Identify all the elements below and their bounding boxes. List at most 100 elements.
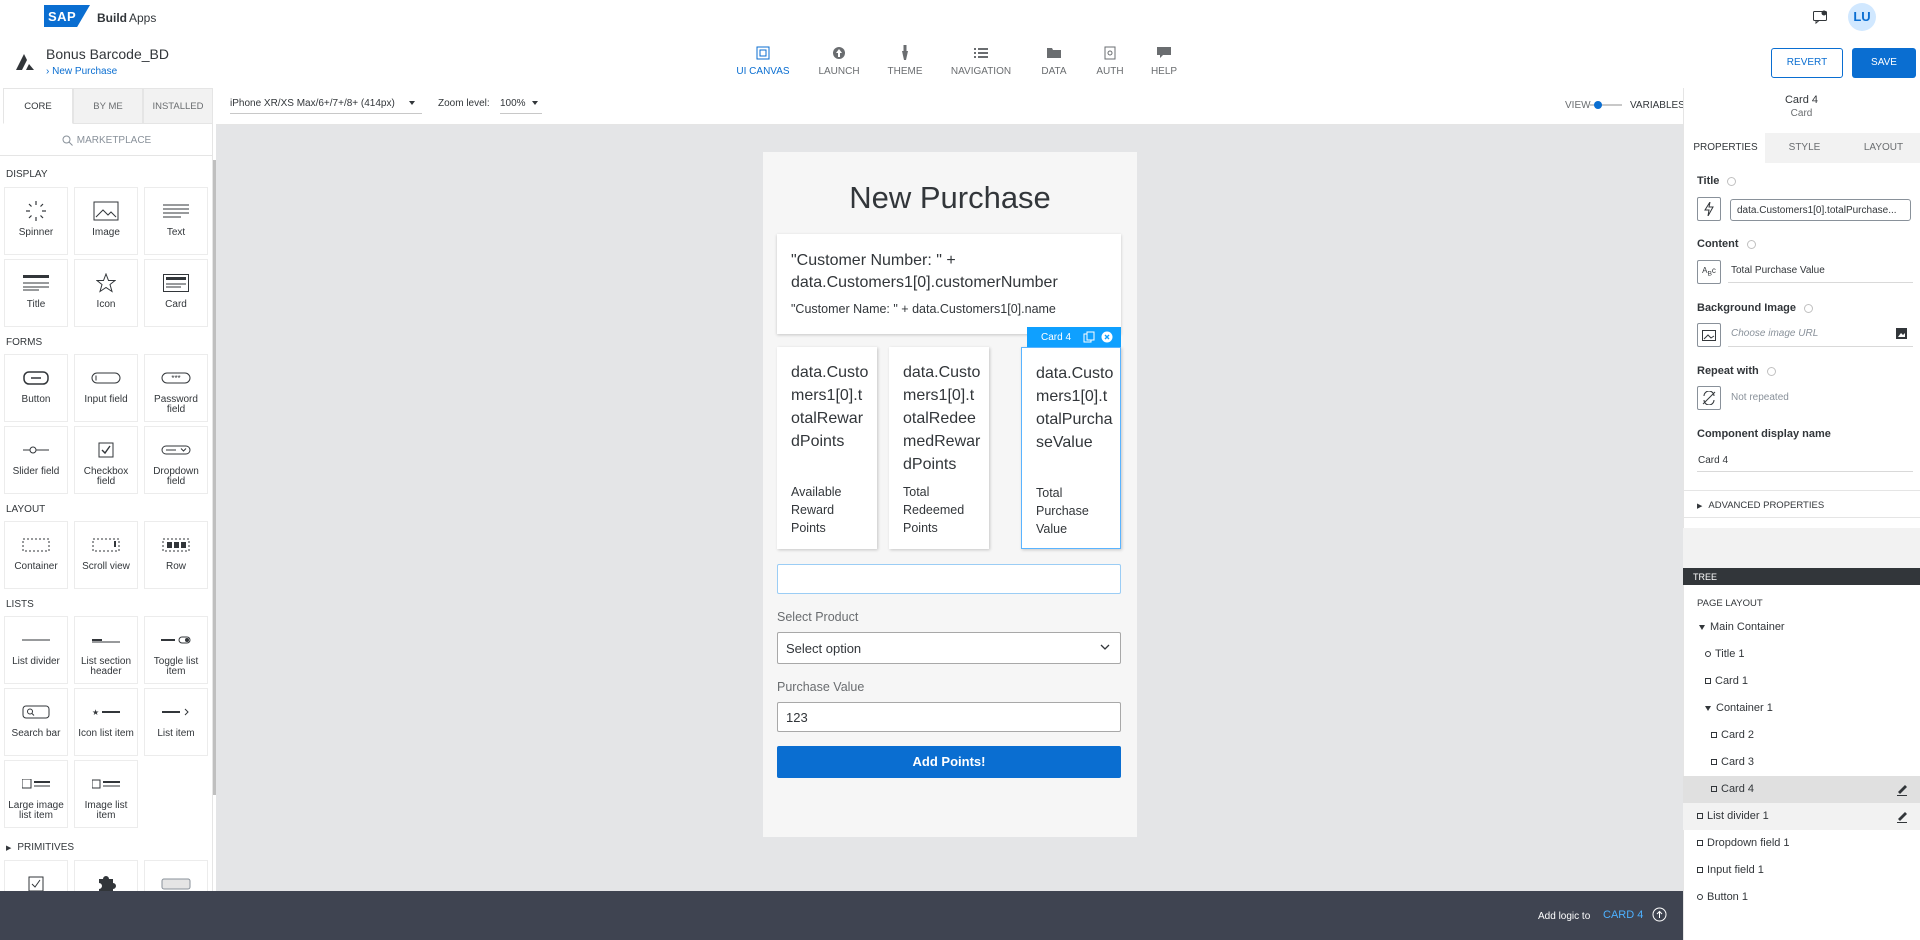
card-node-icon	[1705, 678, 1711, 685]
scroll-view-icon	[75, 522, 137, 562]
display-name-input[interactable]: Card 4	[1698, 455, 1728, 466]
component-primitive-puzzle[interactable]	[74, 860, 138, 891]
delete-icon[interactable]	[1101, 331, 1113, 343]
component-card[interactable]: Card	[144, 259, 208, 327]
component-label: List section header	[80, 656, 132, 677]
tab-style[interactable]: STYLE	[1765, 133, 1844, 163]
component-spinner[interactable]: Spinner	[4, 187, 68, 255]
feedback-icon[interactable]	[1812, 9, 1828, 25]
purchase-value-card[interactable]: data.Customers1[0].totalPurchaseValue To…	[1021, 347, 1121, 549]
save-button[interactable]: SAVE	[1852, 48, 1916, 78]
component-dropdown-field[interactable]: Dropdown field	[144, 426, 208, 494]
tab-layout[interactable]: LAYOUT	[1844, 133, 1920, 163]
component-input-field[interactable]: Input field	[74, 354, 138, 422]
search-icon	[62, 135, 73, 146]
tab-by-me[interactable]: BY ME	[73, 88, 143, 124]
tab-core[interactable]: CORE	[3, 88, 73, 124]
add-points-button[interactable]: Add Points!	[777, 746, 1121, 778]
component-image-list-item[interactable]: Image list item	[74, 760, 138, 828]
tree-item-container-1[interactable]: Container 1	[1683, 695, 1920, 722]
empty-input-field[interactable]	[777, 564, 1121, 594]
tree-item-card-4[interactable]: Card 4	[1683, 776, 1920, 803]
expand-up-icon[interactable]	[1652, 907, 1667, 922]
page-breadcrumb[interactable]: › New Purchase	[46, 66, 117, 77]
tab-navigation[interactable]: NAVIGATION	[949, 44, 1013, 77]
component-primitive-checkbox[interactable]	[4, 860, 68, 891]
rename-pencil-icon[interactable]	[1896, 803, 1908, 830]
tab-installed[interactable]: INSTALLED	[143, 88, 212, 124]
page-title[interactable]: New Purchase	[763, 180, 1137, 216]
info-icon[interactable]	[1804, 303, 1814, 313]
user-avatar[interactable]: LU	[1848, 3, 1876, 31]
component-password-field[interactable]: *** Password field	[144, 354, 208, 422]
card-node-icon	[1711, 759, 1717, 766]
component-large-image-list-item[interactable]: Large image list item	[4, 760, 68, 828]
info-icon[interactable]	[1746, 239, 1756, 249]
tree-item-card-3[interactable]: Card 3	[1683, 749, 1920, 776]
component-icon[interactable]: Icon	[74, 259, 138, 327]
rename-pencil-icon[interactable]	[1896, 776, 1908, 803]
component-title[interactable]: Title	[4, 259, 68, 327]
product-dropdown[interactable]: Select option	[777, 632, 1121, 664]
tree-item-input-field-1[interactable]: Input field 1	[1683, 857, 1920, 884]
panel-spacer	[1683, 528, 1920, 568]
image-binding-button[interactable]	[1697, 323, 1721, 347]
component-label: Card	[165, 299, 187, 310]
tree-item-dropdown-field-1[interactable]: Dropdown field 1	[1683, 830, 1920, 857]
redeemed-points-card[interactable]: data.Customers1[0].totalRedeemedRewardPo…	[889, 347, 989, 549]
copy-icon[interactable]	[1083, 331, 1095, 343]
component-icon-list-item[interactable]: ★ Icon list item	[74, 688, 138, 756]
component-row[interactable]: Row	[144, 521, 208, 589]
tree-item-button-1[interactable]: Button 1	[1683, 884, 1920, 911]
component-scroll-view[interactable]: Scroll view	[74, 521, 138, 589]
logic-bar	[0, 891, 1683, 940]
zoom-select[interactable]: 100%	[500, 98, 542, 114]
customer-card[interactable]: "Customer Number: " + data.Customers1[0]…	[777, 234, 1121, 334]
tree-item-title-1[interactable]: Title 1	[1683, 641, 1920, 668]
formula-binding-button[interactable]	[1697, 197, 1721, 221]
component-label: Input field	[84, 394, 128, 405]
purchase-value-input[interactable]: 123	[777, 702, 1121, 732]
text-binding-button[interactable]: ABc	[1697, 260, 1721, 284]
section-primitives[interactable]: ▶ PRIMITIVES	[6, 842, 74, 853]
revert-button[interactable]: REVERT	[1771, 48, 1843, 78]
component-toggle-list-item[interactable]: Toggle list item	[144, 616, 208, 684]
toggle-knob[interactable]	[1594, 101, 1602, 109]
selection-badge[interactable]: Card 4	[1027, 327, 1121, 347]
tab-ui-canvas[interactable]: UI CANVAS	[731, 44, 795, 77]
component-list-item[interactable]: List item	[144, 688, 208, 756]
component-checkbox-field[interactable]: Checkbox field	[74, 426, 138, 494]
tree-item-main-container[interactable]: Main Container	[1683, 614, 1920, 641]
component-list-divider[interactable]: List divider	[4, 616, 68, 684]
repeat-binding-button[interactable]	[1697, 386, 1721, 410]
tree-item-card-1[interactable]: Card 1	[1683, 668, 1920, 695]
tab-help[interactable]: HELP	[1132, 44, 1196, 77]
marketplace-button[interactable]: MARKETPLACE	[0, 126, 212, 156]
component-text[interactable]: Text	[144, 187, 208, 255]
device-select[interactable]: iPhone XR/XS Max/6+/7+/8+ (414px)	[230, 98, 422, 114]
image-picker-icon[interactable]	[1896, 328, 1907, 339]
component-list-section-header[interactable]: List section header	[74, 616, 138, 684]
tab-theme[interactable]: THEME	[873, 44, 937, 77]
content-value[interactable]: Total Purchase Value	[1731, 265, 1825, 276]
reward-points-card[interactable]: data.Customers1[0].totalRewardPoints Ava…	[777, 347, 877, 549]
tab-properties[interactable]: PROPERTIES	[1686, 133, 1765, 163]
tab-launch[interactable]: LAUNCH	[807, 44, 871, 77]
logic-target[interactable]: CARD 4	[1603, 909, 1643, 921]
info-icon[interactable]	[1766, 366, 1776, 376]
bg-image-input[interactable]: Choose image URL	[1731, 328, 1818, 339]
slider-icon	[5, 427, 67, 467]
component-primitive-box[interactable]	[144, 860, 208, 891]
component-slider-field[interactable]: Slider field	[4, 426, 68, 494]
tree-item-list-divider-1[interactable]: List divider 1	[1683, 803, 1920, 830]
info-icon[interactable]	[1727, 176, 1737, 186]
title-binding-value[interactable]: data.Customers1[0].totalPurchase...	[1730, 199, 1911, 221]
advanced-properties-toggle[interactable]: ▶ ADVANCED PROPERTIES	[1683, 490, 1920, 518]
component-container[interactable]: Container	[4, 521, 68, 589]
component-search-bar[interactable]: Search bar	[4, 688, 68, 756]
tree-item-card-2[interactable]: Card 2	[1683, 722, 1920, 749]
tab-data[interactable]: DATA	[1022, 44, 1086, 77]
component-image[interactable]: Image	[74, 187, 138, 255]
component-button[interactable]: Button	[4, 354, 68, 422]
divider-node-icon	[1697, 813, 1703, 820]
